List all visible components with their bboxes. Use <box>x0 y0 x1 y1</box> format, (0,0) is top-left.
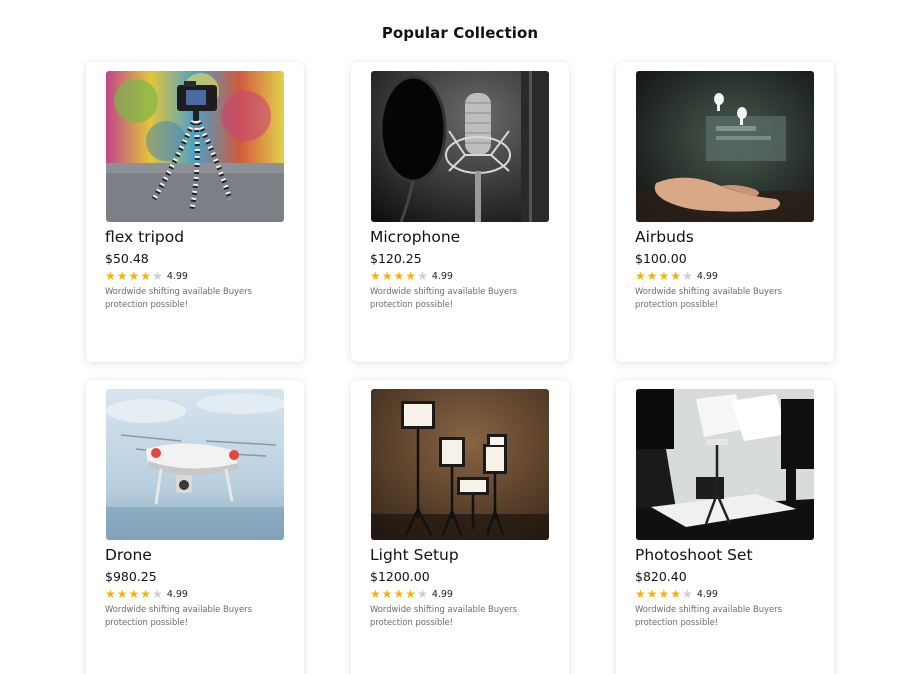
microphone-image-icon <box>371 71 549 222</box>
product-description: Wordwide shifting available Buyers prote… <box>635 604 782 627</box>
product-card-flex-tripod[interactable]: flex tripod $50.48 ★ ★ ★ ★ ★ 4.99 Wordwi… <box>86 62 304 362</box>
product-rating: ★ ★ ★ ★ ★ 4.99 <box>105 587 188 601</box>
product-price: $820.40 <box>635 569 687 584</box>
product-name[interactable]: Light Setup <box>370 546 459 564</box>
product-image-airbuds[interactable] <box>636 71 814 222</box>
star-filled-icon: ★ <box>393 269 405 283</box>
product-rating: ★ ★ ★ ★ ★ 4.99 <box>105 269 188 283</box>
star-filled-icon: ★ <box>658 587 670 601</box>
drone-image-icon <box>106 389 284 540</box>
product-name[interactable]: Airbuds <box>635 228 694 246</box>
earbuds-image-icon <box>636 71 814 222</box>
star-filled-icon: ★ <box>140 269 152 283</box>
star-empty-icon: ★ <box>682 587 693 601</box>
product-card-microphone[interactable]: Microphone $120.25 ★ ★ ★ ★ ★ 4.99 Wordwi… <box>351 62 569 362</box>
star-filled-icon: ★ <box>635 269 646 283</box>
product-name[interactable]: Microphone <box>370 228 460 246</box>
star-filled-icon: ★ <box>381 587 393 601</box>
rating-value: 4.99 <box>166 588 188 600</box>
product-rating: ★ ★ ★ ★ ★ 4.99 <box>635 269 718 283</box>
star-filled-icon: ★ <box>116 269 128 283</box>
product-description: Wordwide shifting available Buyers prote… <box>370 286 517 309</box>
product-image-drone[interactable] <box>106 389 284 540</box>
product-name[interactable]: Drone <box>105 546 152 564</box>
rating-value: 4.99 <box>696 270 718 282</box>
star-filled-icon: ★ <box>405 269 417 283</box>
star-empty-icon: ★ <box>152 587 163 601</box>
product-card-light-setup[interactable]: Light Setup $1200.00 ★ ★ ★ ★ ★ 4.99 Word… <box>351 380 569 674</box>
photo-studio-image-icon <box>636 389 814 540</box>
product-description: Wordwide shifting available Buyers prote… <box>105 604 252 627</box>
star-empty-icon: ★ <box>682 269 693 283</box>
product-price: $100.00 <box>635 251 687 266</box>
star-filled-icon: ★ <box>370 587 381 601</box>
star-filled-icon: ★ <box>105 587 116 601</box>
product-card-airbuds[interactable]: Airbuds $100.00 ★ ★ ★ ★ ★ 4.99 Wordwide … <box>616 62 834 362</box>
star-filled-icon: ★ <box>646 269 658 283</box>
section-title: Popular Collection <box>381 24 539 42</box>
product-rating: ★ ★ ★ ★ ★ 4.99 <box>370 587 453 601</box>
light-panels-image-icon <box>371 389 549 540</box>
star-filled-icon: ★ <box>128 587 140 601</box>
star-filled-icon: ★ <box>670 269 682 283</box>
rating-value: 4.99 <box>696 588 718 600</box>
product-description: Wordwide shifting available Buyers prote… <box>635 286 782 309</box>
product-collection-page: Popular Collection flex tripod $50.48 ★ … <box>0 0 920 674</box>
product-description: Wordwide shifting available Buyers prote… <box>105 286 252 309</box>
camera-tripod-image-icon <box>106 71 284 222</box>
rating-value: 4.99 <box>431 270 453 282</box>
star-filled-icon: ★ <box>658 269 670 283</box>
rating-value: 4.99 <box>166 270 188 282</box>
product-name[interactable]: Photoshoot Set <box>635 546 753 564</box>
star-filled-icon: ★ <box>393 587 405 601</box>
star-filled-icon: ★ <box>670 587 682 601</box>
product-price: $120.25 <box>370 251 422 266</box>
star-filled-icon: ★ <box>646 587 658 601</box>
product-rating: ★ ★ ★ ★ ★ 4.99 <box>370 269 453 283</box>
product-name[interactable]: flex tripod <box>105 228 184 246</box>
star-empty-icon: ★ <box>417 587 428 601</box>
product-image-light-setup[interactable] <box>371 389 549 540</box>
star-filled-icon: ★ <box>105 269 116 283</box>
product-card-drone[interactable]: Drone $980.25 ★ ★ ★ ★ ★ 4.99 Wordwide sh… <box>86 380 304 674</box>
star-filled-icon: ★ <box>140 587 152 601</box>
product-price: $50.48 <box>105 251 149 266</box>
product-rating: ★ ★ ★ ★ ★ 4.99 <box>635 587 718 601</box>
star-filled-icon: ★ <box>370 269 381 283</box>
star-filled-icon: ★ <box>116 587 128 601</box>
star-filled-icon: ★ <box>381 269 393 283</box>
star-filled-icon: ★ <box>405 587 417 601</box>
product-description: Wordwide shifting available Buyers prote… <box>370 604 517 627</box>
product-price: $1200.00 <box>370 569 430 584</box>
product-image-photoshoot-set[interactable] <box>636 389 814 540</box>
star-filled-icon: ★ <box>635 587 646 601</box>
rating-value: 4.99 <box>431 588 453 600</box>
product-card-photoshoot-set[interactable]: Photoshoot Set $820.40 ★ ★ ★ ★ ★ 4.99 Wo… <box>616 380 834 674</box>
product-image-flex-tripod[interactable] <box>106 71 284 222</box>
star-empty-icon: ★ <box>152 269 163 283</box>
product-price: $980.25 <box>105 569 157 584</box>
star-empty-icon: ★ <box>417 269 428 283</box>
star-filled-icon: ★ <box>128 269 140 283</box>
product-image-microphone[interactable] <box>371 71 549 222</box>
